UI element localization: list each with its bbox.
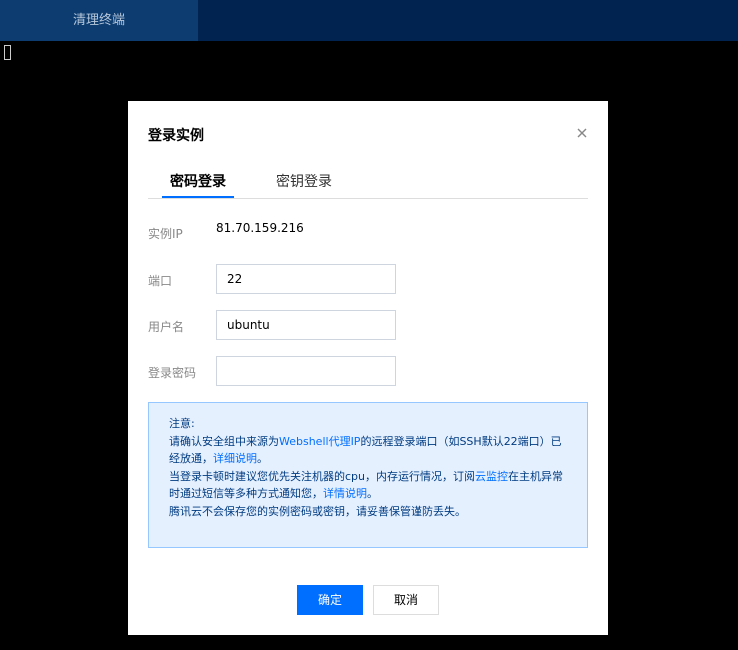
cancel-button[interactable]: 取消: [373, 585, 439, 615]
notice-line-1-text-a: 请确认安全组中来源为: [169, 434, 279, 448]
tab-password-login[interactable]: 密码登录: [162, 171, 234, 198]
tab-key-login[interactable]: 密钥登录: [268, 171, 340, 197]
details-link[interactable]: 详情说明: [323, 487, 367, 500]
terminal-cursor: [4, 45, 11, 60]
port-input[interactable]: [216, 264, 396, 294]
cloud-monitor-link[interactable]: 云监控: [475, 470, 508, 483]
notice-line-1: 请确认安全组中来源为Webshell代理IP的远程登录端口（如SSH默认22端口…: [169, 433, 567, 468]
ip-value: 81.70.159.216: [216, 221, 304, 235]
clear-terminal-tab[interactable]: 清理终端: [0, 0, 198, 41]
dialog-title: 登录实例: [148, 128, 204, 144]
notice-line-1-end: 。: [257, 452, 268, 465]
webshell-proxy-ip-link[interactable]: Webshell代理IP: [279, 435, 360, 448]
notice-line-2: 当登录卡顿时建议您优先关注机器的cpu，内存运行情况，订阅云监控在主机异常时通过…: [169, 468, 567, 503]
ip-label: 实例IP: [148, 227, 183, 241]
notice-line-3: 腾讯云不会保存您的实例密码或密钥，请妥善保管谨防丢失。: [169, 504, 466, 518]
password-label: 登录密码: [148, 366, 197, 380]
password-input[interactable]: [216, 356, 396, 386]
notice-heading: 注意:: [169, 417, 195, 430]
notice-line-2-end: 。: [367, 487, 378, 500]
login-dialog: 登录实例 密码登录 密钥登录 实例IP 81.70.159.216 端口 用户名…: [128, 101, 608, 635]
notice-line-2-text-a: 当登录卡顿时建议您优先关注机器的cpu，内存运行情况，订阅: [169, 469, 475, 483]
port-label: 端口: [148, 274, 173, 288]
close-icon[interactable]: [574, 125, 590, 141]
username-label: 用户名: [148, 320, 185, 334]
notice-box: 注意: 请确认安全组中来源为Webshell代理IP的远程登录端口（如SSH默认…: [148, 402, 588, 548]
login-method-tabs: 密码登录 密钥登录: [148, 171, 588, 199]
detail-explanation-link[interactable]: 详细说明: [213, 452, 257, 465]
confirm-button[interactable]: 确定: [297, 585, 363, 615]
terminal-toolbar: 清理终端: [0, 0, 738, 41]
username-input[interactable]: [216, 310, 396, 340]
